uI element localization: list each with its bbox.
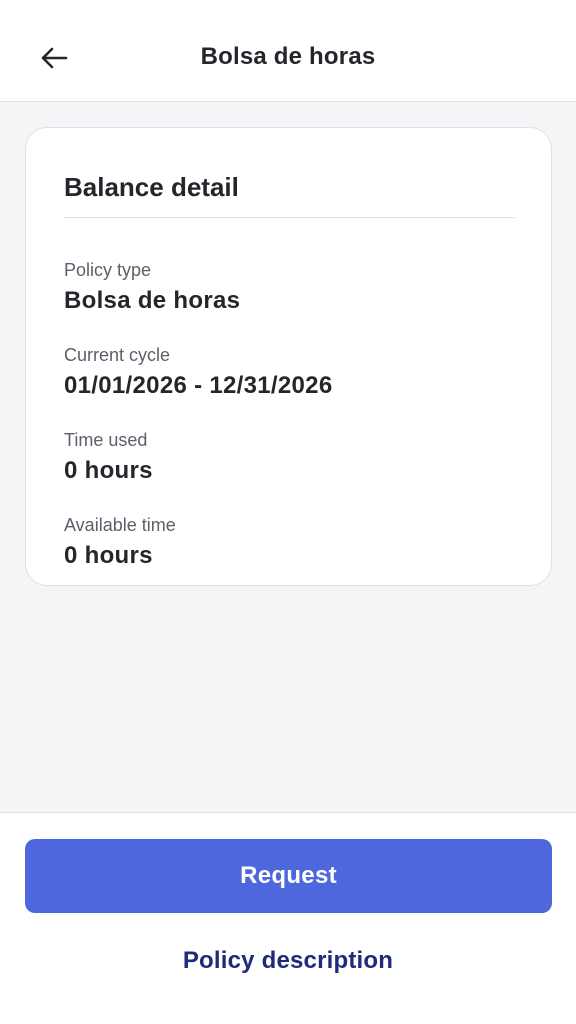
field-label: Time used bbox=[64, 430, 148, 450]
field-value: 0 hours bbox=[64, 457, 153, 484]
request-button[interactable]: Request bbox=[25, 839, 552, 913]
field-value: Bolsa de horas bbox=[64, 287, 241, 314]
card-title: Balance detail bbox=[64, 172, 239, 202]
bottom-action-bar: Request Policy description bbox=[0, 812, 576, 1024]
field-current-cycle: Current cycle 01/01/2026 - 12/31/2026 bbox=[64, 344, 332, 400]
field-available-time: Available time 0 hours bbox=[64, 514, 176, 570]
policy-description-link[interactable]: Policy description bbox=[0, 947, 576, 975]
balance-detail-card: Balance detail Policy type Bolsa de hora… bbox=[25, 127, 552, 586]
balance-detail-screen: Bolsa de horas Balance detail Policy typ… bbox=[0, 0, 576, 1024]
card-divider bbox=[64, 217, 515, 218]
top-bar: Bolsa de horas bbox=[0, 0, 576, 102]
field-policy-type: Policy type Bolsa de horas bbox=[64, 259, 240, 315]
field-time-used: Time used 0 hours bbox=[64, 429, 153, 485]
page-title: Bolsa de horas bbox=[200, 43, 376, 70]
field-label: Policy type bbox=[64, 260, 152, 280]
field-label: Available time bbox=[64, 515, 176, 535]
field-value: 0 hours bbox=[64, 542, 153, 569]
field-label: Current cycle bbox=[64, 345, 171, 365]
field-value: 01/01/2026 - 12/31/2026 bbox=[64, 372, 333, 399]
